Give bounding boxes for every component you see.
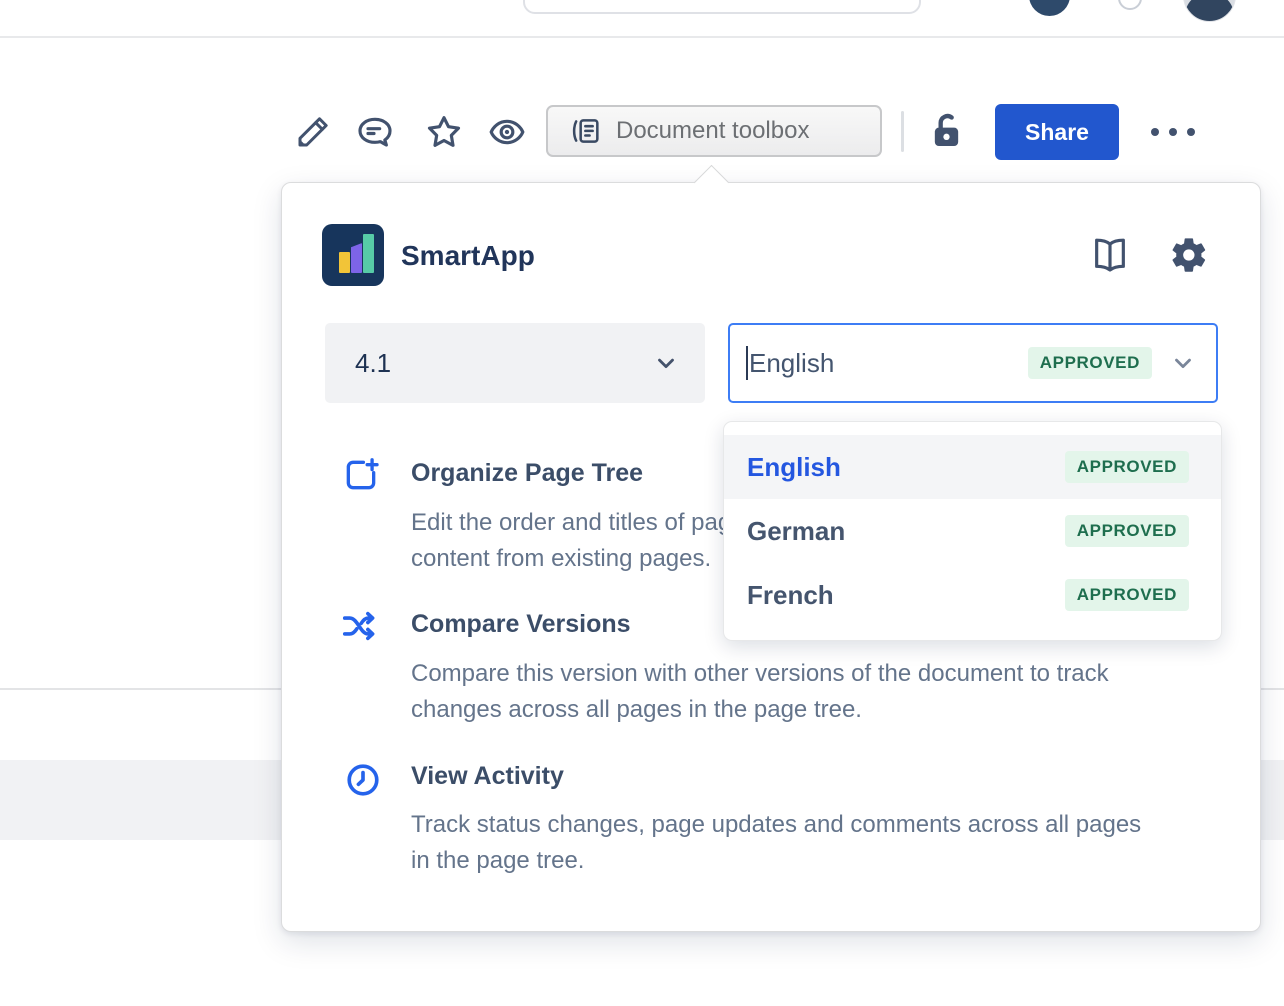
- logo-bar-teal: [363, 234, 374, 273]
- more-actions-icon[interactable]: [1146, 123, 1200, 141]
- option-label: English: [747, 452, 1065, 483]
- document-icon: [570, 115, 602, 147]
- language-option-german[interactable]: German APPROVED: [724, 499, 1221, 563]
- document-toolbox-label: Document toolbox: [616, 117, 809, 145]
- share-label: Share: [1025, 119, 1089, 146]
- star-icon[interactable]: [424, 112, 464, 152]
- avatar[interactable]: [1183, 0, 1236, 22]
- edit-icon[interactable]: [293, 112, 333, 152]
- organize-page-tree-icon: [342, 456, 380, 494]
- documentation-book-icon[interactable]: [1090, 235, 1130, 275]
- feature-compare-versions[interactable]: Compare Versions: [411, 610, 631, 639]
- language-select[interactable]: English APPROVED: [728, 323, 1218, 403]
- option-label: German: [747, 516, 1065, 547]
- toolbar-divider: [901, 111, 904, 152]
- feature-organize-page-tree[interactable]: Organize Page Tree: [411, 459, 643, 488]
- app-title: SmartApp: [401, 240, 535, 272]
- version-select[interactable]: 4.1: [325, 323, 705, 403]
- feature-view-activity[interactable]: View Activity: [411, 762, 564, 791]
- global-navigation-bar: [0, 0, 1284, 38]
- option-label: French: [747, 580, 1065, 611]
- text-cursor: [746, 346, 748, 380]
- status-badge: APPROVED: [1065, 515, 1189, 547]
- search-input[interactable]: [523, 0, 921, 14]
- settings-gear-icon[interactable]: [1169, 235, 1209, 275]
- status-badge: APPROVED: [1065, 451, 1189, 483]
- share-button[interactable]: Share: [995, 104, 1119, 160]
- popup-caret: [694, 165, 729, 200]
- compare-versions-shuffle-icon: [340, 607, 378, 645]
- document-toolbox-popup: SmartApp 4.1 English APPROVED English AP…: [281, 182, 1261, 932]
- avatar[interactable]: [1029, 0, 1070, 16]
- language-value: English: [749, 348, 1028, 379]
- view-activity-clock-icon: [344, 761, 382, 799]
- logo-bar-yellow: [339, 252, 350, 273]
- chevron-down-icon: [1170, 350, 1196, 376]
- document-toolbox-button[interactable]: Document toolbox: [546, 105, 882, 157]
- chevron-down-icon: [653, 350, 679, 376]
- version-value: 4.1: [355, 348, 653, 379]
- status-badge: APPROVED: [1028, 347, 1152, 379]
- status-badge: APPROVED: [1065, 579, 1189, 611]
- help-icon[interactable]: [1118, 0, 1142, 10]
- feature-description: Compare this version with other versions…: [411, 656, 1211, 728]
- unlock-icon[interactable]: [924, 111, 964, 151]
- feature-description: Track status changes, page updates and c…: [411, 807, 1211, 879]
- logo-bar-purple: [351, 243, 362, 273]
- language-option-english[interactable]: English APPROVED: [724, 435, 1221, 499]
- watch-eye-icon[interactable]: [487, 112, 527, 152]
- comment-icon[interactable]: [355, 112, 395, 152]
- language-dropdown-menu: English APPROVED German APPROVED French …: [723, 421, 1222, 641]
- language-option-french[interactable]: French APPROVED: [724, 563, 1221, 627]
- smartapp-logo: [322, 224, 384, 286]
